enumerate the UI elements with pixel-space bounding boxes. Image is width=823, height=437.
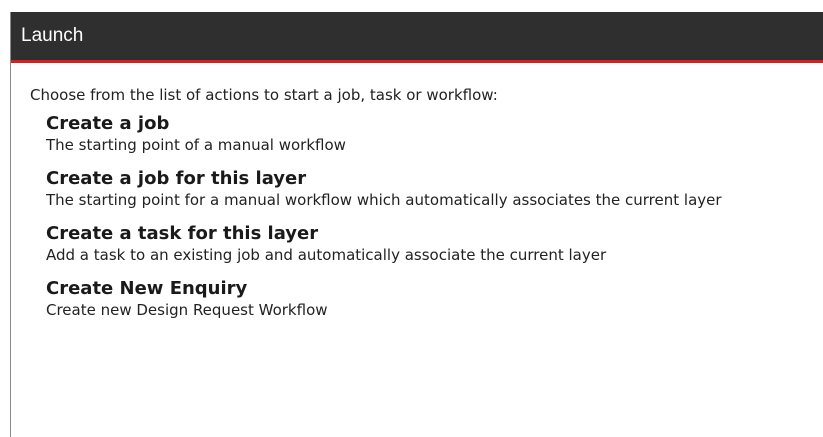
dialog-title: Launch — [21, 25, 84, 46]
action-name: Create a job — [46, 113, 170, 134]
dialog-content: Choose from the list of actions to start… — [11, 63, 823, 321]
action-name: Create a task for this layer — [46, 223, 319, 244]
dialog-titlebar: Launch — [11, 12, 823, 63]
action-name: Create New Enquiry — [46, 278, 248, 299]
action-description: The starting point of a manual workflow — [46, 136, 346, 154]
create-job-for-layer-action[interactable]: Create a job for this layer The starting… — [46, 168, 766, 211]
action-description: Create new Design Request Workflow — [46, 301, 328, 319]
create-task-for-layer-action[interactable]: Create a task for this layer Add a task … — [46, 223, 766, 266]
page: Launch Choose from the list of actions t… — [0, 0, 823, 437]
launch-dialog: Launch Choose from the list of actions t… — [10, 12, 823, 437]
create-job-action[interactable]: Create a job The starting point of a man… — [46, 113, 766, 156]
action-description: Add a task to an existing job and automa… — [46, 246, 607, 264]
dialog-intro: Choose from the list of actions to start… — [30, 86, 498, 104]
create-new-enquiry-action[interactable]: Create New Enquiry Create new Design Req… — [46, 278, 766, 321]
action-name: Create a job for this layer — [46, 168, 307, 189]
action-description: The starting point for a manual workflow… — [46, 191, 722, 209]
